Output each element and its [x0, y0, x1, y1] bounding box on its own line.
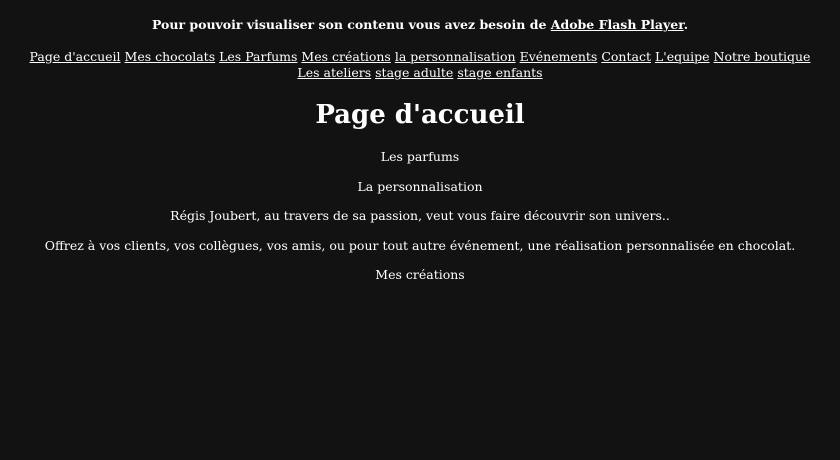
nav-link-personnalisation[interactable]: la personnalisation — [395, 49, 516, 64]
nav-link-les-ateliers[interactable]: Les ateliers — [297, 65, 371, 80]
content-paragraph-personnalisation: La personnalisation — [357, 178, 483, 194]
nav-link-equipe[interactable]: L'equipe — [655, 49, 710, 64]
nav-link-stage-enfants[interactable]: stage enfants — [457, 65, 542, 80]
nav-link-mes-chocolats[interactable]: Mes chocolats — [125, 49, 216, 64]
nav-link-les-parfums[interactable]: Les Parfums — [219, 49, 297, 64]
nav-link-mes-creations[interactable]: Mes créations — [301, 49, 390, 64]
content-paragraph-parfums: Les parfums — [380, 149, 460, 164]
nav-link-page-accueil[interactable]: Page d'accueil — [30, 49, 121, 64]
nav-link-notre-boutique[interactable]: Notre boutique — [714, 49, 811, 64]
nav-link-stage-adulte[interactable]: stage adulte — [375, 65, 453, 80]
nav-link-contact[interactable]: Contact — [601, 49, 651, 64]
main-content: Les parfums La personnalisation Régis Jo… — [0, 149, 840, 297]
adobe-flash-player-link[interactable]: Adobe Flash Player — [551, 17, 684, 32]
page: Pour pouvoir visualiser son contenu vous… — [0, 0, 840, 460]
content-paragraph-intro: Régis Joubert, au travers de sa passion,… — [170, 208, 670, 223]
main-navigation: Page d'accueil Mes chocolats Les Parfums… — [24, 49, 816, 81]
flash-player-notice: Pour pouvoir visualiser son contenu vous… — [0, 16, 840, 34]
flash-notice-suffix: . — [683, 17, 689, 32]
content-paragraph-creations: Mes créations — [375, 267, 465, 282]
page-title: Page d'accueil — [315, 100, 525, 130]
flash-notice-text: Pour pouvoir visualiser son contenu vous… — [151, 17, 551, 32]
nav-link-evenements[interactable]: Evénements — [520, 49, 598, 64]
content-paragraph-offer: Offrez à vos clients, vos collègues, vos… — [44, 237, 796, 253]
